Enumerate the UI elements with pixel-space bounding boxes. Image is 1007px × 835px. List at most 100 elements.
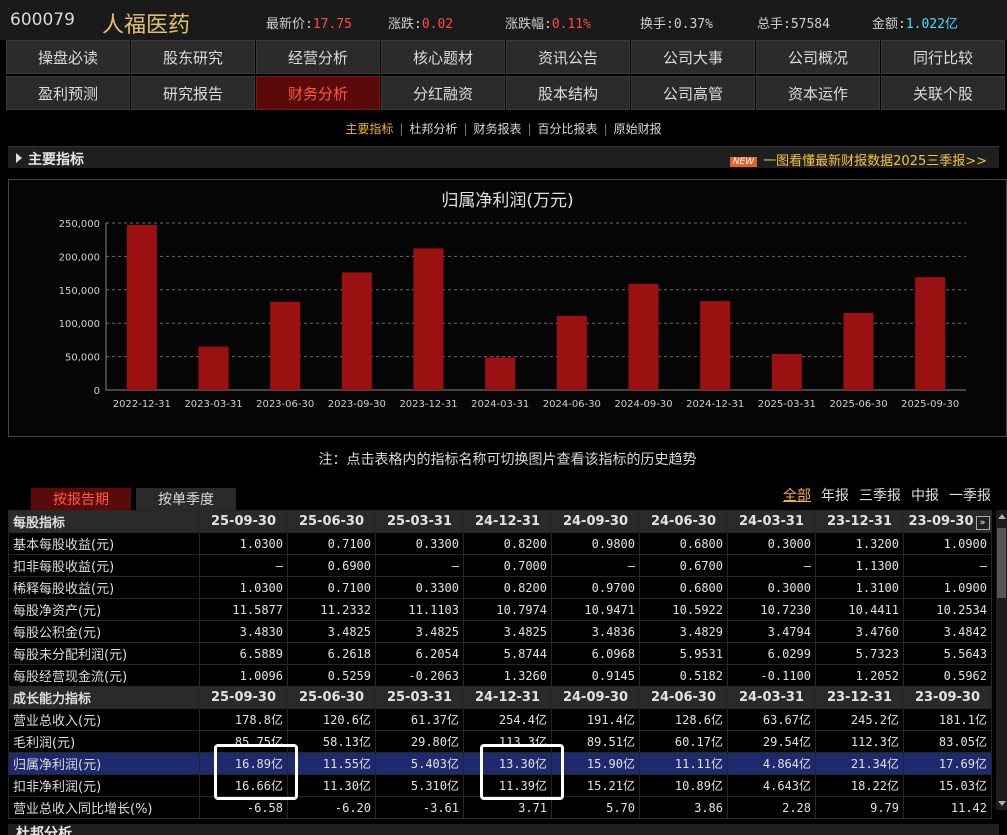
metric-label[interactable]: 每股未分配利润(元) [8, 642, 200, 665]
subtab-4[interactable]: 原始财报 [614, 122, 662, 136]
nav-item-row1-3[interactable]: 核心题材 [381, 40, 505, 74]
table-cell-wrap: 4.643亿 [727, 774, 816, 797]
subtab-2[interactable]: 财务报表 [473, 122, 521, 136]
table-row: 基本每股收益(元) 1.0300 0.7100 0.3300 0.8200 0.9800 0… [8, 532, 992, 555]
table-cell: 3.4825 [327, 624, 371, 639]
table-row: 每股经营现金流(元) 1.0096 0.5259 -0.2063 1.3260 0.914… [8, 664, 992, 687]
table-cell: 5.403亿 [410, 757, 459, 771]
table-cell: 10.7974 [496, 602, 547, 617]
table-cell-wrap: 4.864亿 [727, 752, 816, 775]
metric-label[interactable]: 扣非净利润(元) [8, 774, 200, 797]
table-cell-wrap: 0.3000 [727, 532, 816, 555]
column-header: 25-06-30 [298, 514, 365, 529]
nav-item-row2-4[interactable]: 股本结构 [506, 76, 630, 110]
nav-item-row1-0[interactable]: 操盘必读 [6, 40, 130, 74]
pct-quote: 涨跌幅:0.11% [505, 13, 591, 32]
table-cell: 11.1103 [408, 602, 459, 617]
subtab-0[interactable]: 主要指标 [345, 122, 393, 136]
metric-label[interactable]: 每股公积金(元) [8, 620, 200, 643]
metric-label[interactable]: 扣非每股收益(元) [8, 554, 200, 577]
table-cell: 1.0096 [239, 668, 283, 683]
table-cell-wrap: 254.4亿 [463, 708, 552, 731]
table-cell: 245.2亿 [850, 713, 899, 727]
table-cell-wrap: 23-09-30 [903, 686, 992, 709]
turnover-value: 0.37% [673, 17, 713, 32]
column-header: 24-09-30 [562, 514, 629, 529]
metric-label[interactable]: 每股经营现金流(元) [8, 664, 200, 687]
stock-header: 600079 人福医药 最新价:17.75 涨跌:0.02 涨跌幅:0.11% … [0, 0, 1007, 40]
nav-row-2: 盈利预测 研究报告 财务分析 分红融资 股本结构 公司高管 资本运作 关联个股 [6, 76, 1007, 112]
table-cell-wrap: 1.3200 [815, 532, 904, 555]
more-columns-icon[interactable]: » [975, 515, 990, 530]
tab-by-report-period[interactable]: 按报告期 [31, 488, 131, 510]
table-cell: 10.5922 [672, 602, 723, 617]
table-cell-wrap: 0.5182 [639, 664, 728, 687]
scroll-down-icon[interactable] [998, 801, 1006, 806]
table-cell: 2.28 [782, 800, 811, 815]
nav-item-row2-0[interactable]: 盈利预测 [6, 76, 130, 110]
metric-label[interactable]: 稀释每股收益(元) [8, 576, 200, 599]
table-cell-wrap: 15.03亿 [903, 774, 992, 797]
table-cell: 3.4829 [679, 624, 723, 639]
column-header: 24-09-30 [562, 690, 629, 705]
table-scrollbar[interactable] [996, 510, 1007, 810]
period-option-1[interactable]: 年报 [821, 488, 849, 504]
metric-label[interactable]: 归属净利润(元) [8, 752, 200, 775]
metric-label[interactable]: 营业总收入(元) [8, 708, 200, 731]
column-header: 24-12-31 [474, 690, 541, 705]
subtab-3[interactable]: 百分比报表 [538, 122, 598, 136]
nav-item-row1-6[interactable]: 公司概况 [756, 40, 880, 74]
scroll-up-icon[interactable] [998, 514, 1006, 519]
period-option-0[interactable]: 全部 [783, 488, 811, 504]
table-cell-wrap: 24-09-30 [551, 510, 640, 533]
nav-item-row1-7[interactable]: 同行比较 [881, 40, 1005, 74]
column-header: 23-12-31 [826, 514, 893, 529]
nav-item-row1-5[interactable]: 公司大事 [631, 40, 755, 74]
table-cell: 61.37亿 [410, 713, 459, 727]
nav-item-row1-2[interactable]: 经营分析 [256, 40, 380, 74]
nav-item-row2-3[interactable]: 分红融资 [381, 76, 505, 110]
table-cell: — [451, 558, 459, 573]
column-header: 24-03-31 [738, 690, 805, 705]
table-cell: 0.7100 [327, 536, 371, 551]
table-cell-wrap: 0.6800 [639, 532, 728, 555]
table-cell-wrap: 3.4825 [463, 620, 552, 643]
period-option-4[interactable]: 一季报 [949, 488, 991, 504]
period-option-3[interactable]: 中报 [911, 488, 939, 504]
table-cell-wrap: 5.310亿 [375, 774, 464, 797]
table-cell-wrap: -0.2063 [375, 664, 464, 687]
subtab-separator: | [399, 122, 404, 136]
subtab-1[interactable]: 杜邦分析 [409, 122, 457, 136]
nav-item-row1-1[interactable]: 股东研究 [131, 40, 255, 74]
column-header: 24-06-30 [650, 514, 717, 529]
nav-item-row2-2[interactable]: 财务分析 [256, 76, 380, 110]
table-cell: 6.0299 [767, 646, 811, 661]
metric-label[interactable]: 每股净资产(元) [8, 598, 200, 621]
table-cell-wrap: 181.1亿 [903, 708, 992, 731]
metric-label[interactable]: 营业总收入同比增长(%) [8, 796, 200, 819]
table-cell-wrap: 63.67亿 [727, 708, 816, 731]
tab-by-single-quarter[interactable]: 按单季度 [136, 488, 236, 510]
table-cell: 58.13亿 [322, 735, 371, 749]
table-cell-wrap: 89.51亿 [551, 730, 640, 753]
metric-label[interactable]: 基本每股收益(元) [8, 532, 200, 555]
metric-label[interactable]: 毛利润(元) [8, 730, 200, 753]
table-row: 每股未分配利润(元) 6.5889 6.2618 6.2054 5.8744 6.0968… [8, 642, 992, 665]
table-cell-wrap: 0.9700 [551, 576, 640, 599]
group-header-label: 成长能力指标 [8, 686, 200, 709]
stock-name: 人福医药 [102, 13, 191, 38]
period-option-2[interactable]: 三季报 [859, 488, 901, 504]
table-cell-wrap: 1.0300 [199, 576, 288, 599]
scroll-thumb[interactable] [997, 528, 1006, 598]
table-cell-wrap: 61.37亿 [375, 708, 464, 731]
table-cell: 1.3260 [503, 668, 547, 683]
nav-item-row1-4[interactable]: 资讯公告 [506, 40, 630, 74]
nav-item-row2-6[interactable]: 资本运作 [756, 76, 880, 110]
table-cell-wrap: 11.30亿 [287, 774, 376, 797]
table-cell-wrap: 1.0900 [903, 576, 992, 599]
nav-item-row2-7[interactable]: 关联个股 [881, 76, 1005, 110]
nav-item-row2-5[interactable]: 公司高管 [631, 76, 755, 110]
nav-item-row2-1[interactable]: 研究报告 [131, 76, 255, 110]
news-link[interactable]: NEW 一图看懂最新财报数据2025三季报>> [729, 150, 987, 169]
amount-label: 金额: [872, 17, 906, 32]
